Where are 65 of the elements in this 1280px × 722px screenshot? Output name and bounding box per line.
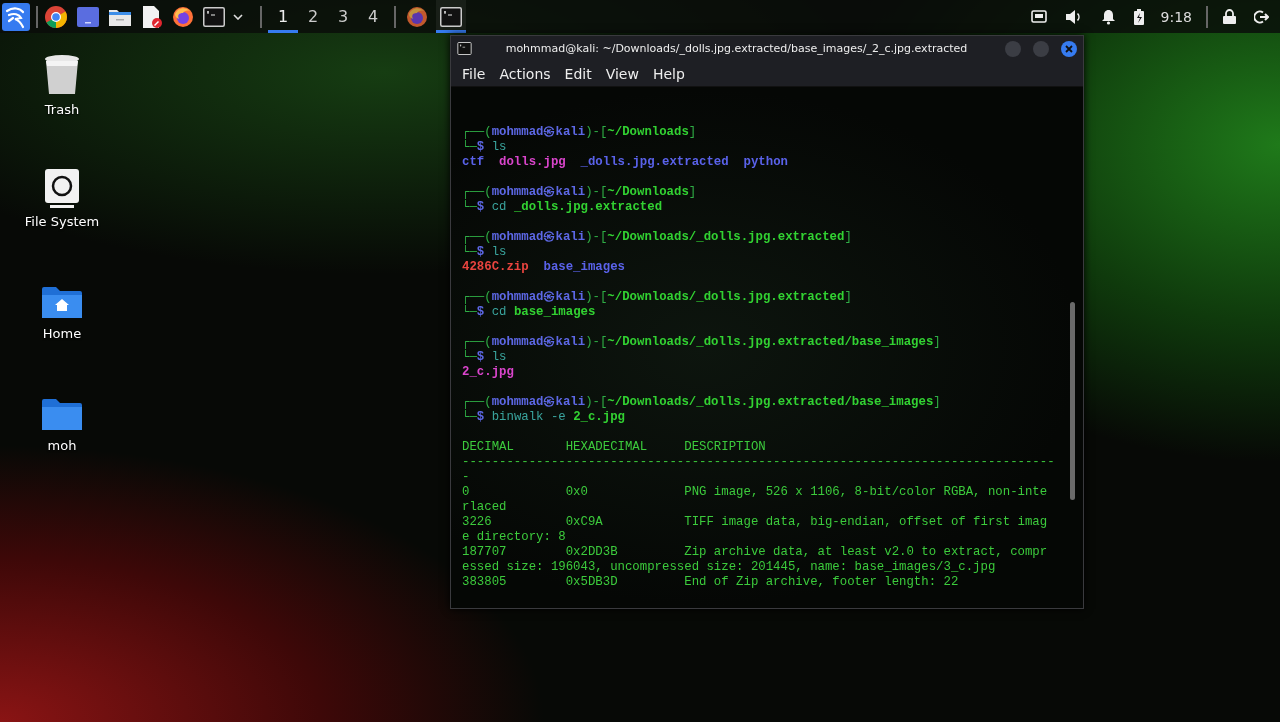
window-title: mohmmad@kali: ~/Downloads/_dolls.jpg.extracted/base_images/_2_c.jpg.extracted (504, 42, 969, 55)
close-button[interactable] (1061, 40, 1077, 57)
terminal-line: └─$ cd base_images (462, 305, 596, 320)
workspace-tab[interactable]: 2 (298, 0, 328, 33)
lock-icon (1223, 9, 1236, 24)
speaker-icon (1064, 8, 1083, 25)
terminal-line: └─$ ls (462, 245, 507, 260)
terminal-line: DECIMAL HEXADECIMAL DESCRIPTION (462, 440, 766, 455)
scrollbar-thumb[interactable] (1070, 302, 1075, 500)
dragon-icon (2, 2, 30, 31)
folder-icon (41, 398, 83, 432)
close-icon (1065, 44, 1073, 53)
menu-item[interactable]: View (598, 65, 646, 82)
window-icon (77, 6, 99, 27)
terminal-line: rlaced (462, 500, 507, 515)
menu-item[interactable]: File (455, 65, 493, 82)
clock[interactable]: 9:18 (1160, 8, 1192, 25)
terminal-line: 383805 0x5DB3D End of Zip archive, footer length: 22 (462, 575, 959, 590)
home-folder-icon (41, 286, 83, 320)
network-icon (1030, 10, 1047, 23)
terminal-line: └─$ ls (462, 140, 507, 155)
workspace-tab[interactable]: 1 (268, 0, 298, 33)
app-menu-button[interactable] (2, 0, 30, 33)
terminal-line: 4286C.zip base_images (462, 260, 625, 275)
menu-item[interactable]: Edit (557, 65, 599, 82)
terminal-line: ┌──(mohmmad㉿kali)-[~/Downloads/_dolls.jpg.extracted] (462, 230, 852, 244)
terminal-line: ┌──(mohmmad㉿kali)-[~/Downloads/_dolls.jpg.extracted/base_images] (462, 395, 941, 409)
terminal-icon (440, 6, 462, 27)
terminal-line: ┌──(mohmmad㉿kali)-[~/Downloads/_dolls.jpg.extracted/base_images] (462, 335, 941, 349)
terminal-line: -------------------------------------------------------------------------------- (462, 455, 1055, 470)
browser-icon (44, 4, 68, 29)
terminal-line: └─$ cd _dolls.jpg.extracted (462, 200, 663, 215)
trash-icon (43, 54, 81, 96)
bell-icon (1100, 8, 1116, 25)
terminal-line: ┌──(mohmmad㉿kali)-[~/Downloads/_dolls.jpg.extracted] (462, 290, 852, 304)
terminal-line: └─$ ls (462, 350, 507, 365)
terminal-line: 187707 0x2DD3B Zip archive data, at least v2.0 to extract, compr (462, 545, 1048, 560)
terminal-line: - (462, 470, 470, 485)
workspace-tab[interactable]: 3 (328, 0, 358, 33)
drive-icon (44, 168, 80, 208)
firefox-icon (172, 5, 194, 28)
firefox-icon (406, 5, 428, 28)
icon-label[interactable]: moh (47, 438, 77, 453)
terminal-line: 3226 0xC9A TIFF image data, big-endian, offset of first imag (462, 515, 1048, 530)
terminal-line: ctf dolls.jpg _dolls.jpg.extracted python (462, 155, 788, 170)
icon-label[interactable]: Trash (44, 102, 80, 117)
terminal-line: 2_c.jpg (462, 365, 514, 380)
terminal-line: e directory: 8 (462, 530, 566, 545)
menu-item[interactable]: Actions (492, 65, 558, 82)
workspace-tab[interactable]: 4 (358, 0, 388, 33)
terminal-line: ┌──(mohmmad㉿kali)-[~/Downloads] (462, 125, 697, 139)
chevron-down-icon (233, 13, 243, 20)
icon-label[interactable]: Home (42, 326, 82, 341)
terminal-line: 0 0x0 PNG image, 526 x 1106, 8-bit/color RGBA, non-inte (462, 485, 1048, 500)
terminal-icon (457, 42, 472, 55)
task-button[interactable] (436, 0, 466, 33)
terminal-icon (203, 6, 225, 27)
menu-item[interactable]: Help (645, 65, 692, 82)
logout-icon (1254, 9, 1269, 24)
document-icon (141, 4, 163, 29)
icon-label[interactable]: File System (24, 214, 100, 229)
terminal-line: essed size: 196043, uncompressed size: 201445, name: base_images/3_c.jpg (462, 560, 996, 575)
battery-icon (1133, 8, 1144, 25)
terminal-line: └─$ binwalk -e 2_c.jpg (462, 410, 625, 425)
terminal-line: ┌──(mohmmad㉿kali)-[~/Downloads] (462, 185, 697, 199)
